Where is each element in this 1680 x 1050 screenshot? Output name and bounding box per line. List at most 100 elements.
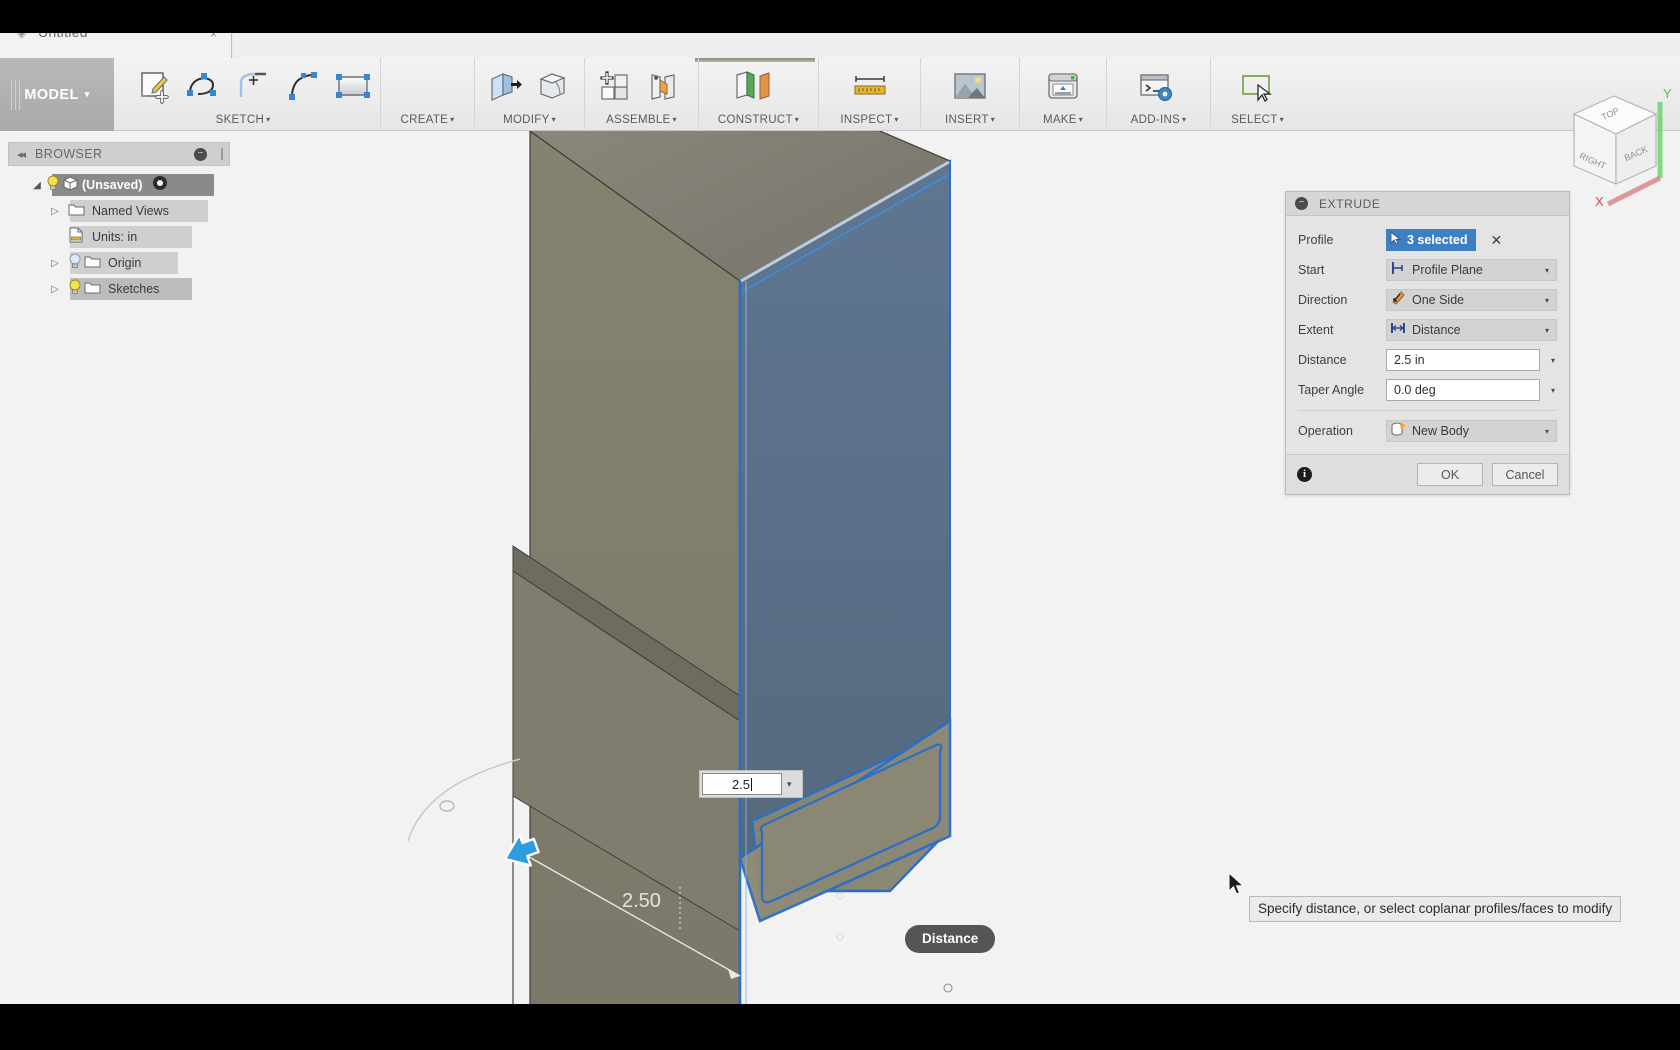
ribbon-group-label-insert[interactable]: INSERT ▾ bbox=[921, 114, 1019, 126]
3d-print-icon[interactable] bbox=[1043, 67, 1083, 107]
chevron-down-icon[interactable]: ▾ bbox=[1551, 356, 1555, 365]
fillet-arc-icon[interactable] bbox=[283, 67, 323, 107]
joint-icon[interactable] bbox=[643, 67, 683, 107]
tree-item-units[interactable]: Units: in bbox=[8, 224, 230, 250]
divider bbox=[1298, 410, 1557, 411]
sketch-point bbox=[943, 983, 953, 993]
info-icon[interactable]: i bbox=[1297, 467, 1312, 482]
construction-spline bbox=[407, 758, 521, 842]
expand-arrow-icon[interactable]: ▷ bbox=[48, 284, 62, 295]
collapse-icon[interactable]: ◂◂ bbox=[17, 148, 26, 161]
select-icon[interactable] bbox=[1237, 67, 1277, 107]
create-sketch-icon[interactable] bbox=[133, 67, 173, 107]
extrude-row-profile: Profile 3 selected ✕ bbox=[1298, 225, 1557, 255]
rectangle-icon[interactable] bbox=[333, 67, 373, 107]
manipulator-tooltip: Distance bbox=[905, 925, 996, 953]
taper-angle-field[interactable]: 0.0 deg bbox=[1386, 379, 1540, 401]
top-letterbox bbox=[0, 0, 1680, 33]
chevron-down-icon[interactable]: ▾ bbox=[1551, 386, 1555, 395]
chevron-down-icon[interactable]: ▾ bbox=[1545, 427, 1549, 436]
tree-item-label: (Unsaved) bbox=[82, 178, 143, 192]
tree-item-origin[interactable]: ▷ Origin bbox=[8, 250, 230, 276]
direction-dropdown[interactable]: One Side ▾ bbox=[1386, 289, 1557, 311]
chevron-down-icon: ▾ bbox=[894, 115, 899, 124]
view-cube[interactable]: Y X TOP RIGHT BACK bbox=[1550, 78, 1680, 209]
bottom-letterbox bbox=[0, 1004, 1680, 1050]
new-component-icon[interactable] bbox=[595, 67, 635, 107]
extrude-row-start: Start Profile Plane ▾ bbox=[1298, 255, 1557, 285]
panel-resize-handle[interactable] bbox=[221, 148, 223, 160]
document-tab-label: Untitled bbox=[38, 33, 88, 40]
extent-value: Distance bbox=[1412, 323, 1461, 337]
visibility-lamp-icon[interactable] bbox=[44, 175, 62, 196]
document-tab[interactable]: ◈ Untitled × bbox=[0, 33, 232, 58]
close-icon[interactable]: × bbox=[210, 33, 217, 41]
tree-item-named-views[interactable]: ▷ Named Views bbox=[8, 198, 230, 224]
start-dropdown[interactable]: Profile Plane ▾ bbox=[1386, 259, 1557, 281]
extrude-dialog-titlebar[interactable]: − EXTRUDE bbox=[1286, 192, 1569, 216]
chevron-down-icon[interactable]: ▾ bbox=[1545, 266, 1549, 275]
text-caret bbox=[751, 778, 753, 791]
ribbon-group-insert: INSERT ▾ bbox=[920, 58, 1019, 131]
line-spline-icon[interactable] bbox=[183, 67, 223, 107]
ribbon-group-label-make[interactable]: MAKE ▾ bbox=[1020, 114, 1106, 126]
chevron-down-icon[interactable]: ▾ bbox=[1545, 326, 1549, 335]
extrude-icon[interactable] bbox=[485, 67, 525, 107]
ribbon-group-label-modify[interactable]: MODIFY ▾ bbox=[475, 114, 584, 126]
mouse-cursor bbox=[1228, 871, 1246, 901]
direction-value: One Side bbox=[1412, 293, 1465, 307]
operation-dropdown[interactable]: New Body ▾ bbox=[1386, 420, 1557, 442]
offset-plane-icon[interactable] bbox=[727, 67, 781, 107]
measure-icon[interactable] bbox=[850, 67, 890, 107]
expand-arrow-icon[interactable]: ▷ bbox=[48, 206, 62, 217]
ribbon-group-label-sketch[interactable]: SKETCH ▾ bbox=[153, 114, 333, 126]
extent-dropdown[interactable]: Distance ▾ bbox=[1386, 319, 1557, 341]
distance-field[interactable]: 2.5 in bbox=[1386, 349, 1540, 371]
scripts-addins-icon[interactable] bbox=[1136, 67, 1176, 107]
ribbon-group-addins: ADD-INS ▾ bbox=[1106, 58, 1210, 131]
operation-value: New Body bbox=[1412, 424, 1469, 438]
distance-input-box[interactable]: 2.5 bbox=[702, 773, 782, 795]
tree-item-unsaved[interactable]: ◢ (Unsaved) bbox=[8, 172, 230, 198]
chevron-down-icon: ▾ bbox=[672, 115, 677, 124]
row-label: Profile bbox=[1298, 233, 1334, 247]
ribbon-group-label-select[interactable]: SELECT ▾ bbox=[1211, 114, 1304, 126]
ribbon-group-construct: CONSTRUCT ▾ bbox=[698, 58, 818, 131]
expand-arrow-icon[interactable]: ▷ bbox=[48, 258, 62, 269]
chevron-down-icon[interactable]: ▾ bbox=[787, 779, 792, 790]
extrude-dialog[interactable]: − EXTRUDE Profile 3 selected ✕ Start Pro… bbox=[1285, 191, 1570, 495]
profile-selection-chip[interactable]: 3 selected bbox=[1386, 229, 1477, 251]
ribbon-group-label-inspect[interactable]: INSPECT ▾ bbox=[819, 114, 920, 126]
ribbon-group-label-create[interactable]: CREATE ▾ bbox=[381, 114, 474, 126]
row-label: Taper Angle bbox=[1298, 383, 1365, 397]
body-icon bbox=[62, 175, 82, 196]
ribbon-group-label-addins[interactable]: ADD-INS ▾ bbox=[1107, 114, 1210, 126]
arc-icon[interactable] bbox=[233, 67, 273, 107]
clear-selection-icon[interactable]: ✕ bbox=[1490, 232, 1502, 249]
tree-item-sketches[interactable]: ▷ Sketches bbox=[8, 276, 230, 302]
chevron-down-icon[interactable]: ▾ bbox=[1545, 296, 1549, 305]
minimize-icon[interactable]: − bbox=[1295, 197, 1308, 210]
toolbar-grip[interactable] bbox=[11, 80, 21, 110]
expand-arrow-icon[interactable]: ◢ bbox=[30, 180, 44, 191]
visibility-lamp-icon[interactable] bbox=[66, 279, 84, 300]
extrude-dialog-title: EXTRUDE bbox=[1319, 196, 1381, 211]
extrude-row-distance: Distance 2.5 in ▾ bbox=[1298, 345, 1557, 375]
distance-value-input[interactable]: 2.5 ▾ bbox=[699, 770, 803, 798]
visibility-icon[interactable] bbox=[152, 175, 168, 196]
ribbon-group-label-construct[interactable]: CONSTRUCT ▾ bbox=[699, 114, 818, 126]
chevron-down-icon: ▾ bbox=[1078, 115, 1084, 124]
ok-button[interactable]: OK bbox=[1417, 463, 1483, 486]
minimize-icon[interactable]: − bbox=[194, 147, 207, 161]
cancel-button[interactable]: Cancel bbox=[1492, 463, 1558, 486]
visibility-lamp-icon[interactable] bbox=[66, 253, 84, 274]
taper-angle-value: 0.0 deg bbox=[1394, 383, 1436, 397]
ribbon-group-label-assemble[interactable]: ASSEMBLE ▾ bbox=[585, 114, 698, 126]
extrude-row-direction: Direction One Side ▾ bbox=[1298, 285, 1557, 315]
axis-x-label: X bbox=[1595, 194, 1604, 206]
row-label: Operation bbox=[1298, 424, 1353, 438]
units-icon bbox=[68, 227, 88, 248]
ribbon-group-modify: MODIFY ▾ bbox=[474, 58, 584, 131]
fillet-icon[interactable] bbox=[533, 67, 573, 107]
insert-image-icon[interactable] bbox=[950, 67, 990, 107]
